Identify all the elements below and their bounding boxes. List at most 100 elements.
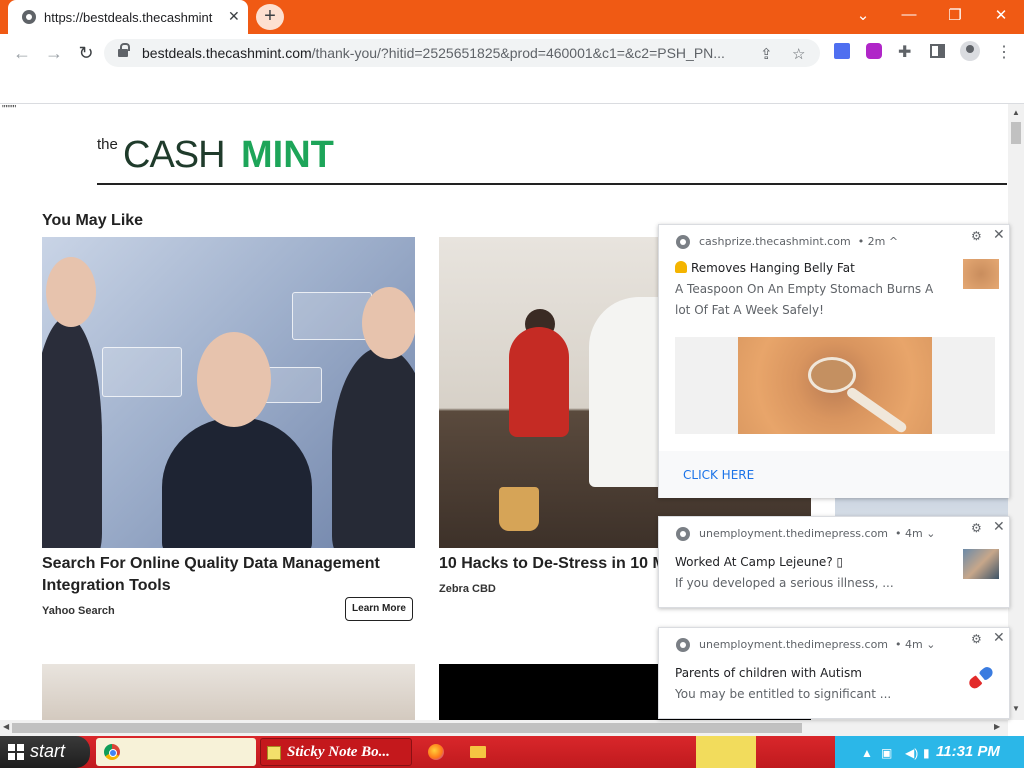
notification-thumbnail (963, 259, 999, 289)
chrome-icon (676, 235, 690, 249)
reload-icon[interactable]: ↻ (76, 43, 96, 63)
sticky-note-label: Sticky Note Bo... (287, 744, 390, 760)
learn-more-button[interactable]: Learn More (345, 597, 413, 621)
sticky-note-icon (267, 746, 281, 760)
notification-age: • 2m ^ (857, 235, 899, 248)
firefox-icon[interactable] (428, 744, 444, 760)
folder-icon[interactable] (470, 746, 486, 758)
hologram-panel (292, 292, 372, 340)
start-button[interactable]: start (0, 736, 90, 768)
person-right (332, 347, 415, 548)
card-title[interactable]: Search For Online Quality Data Managemen… (42, 553, 402, 597)
notification-body: A Teaspoon On An Empty Stomach Burns A l… (675, 282, 934, 317)
globe-icon (22, 10, 36, 24)
notes-extension-icon[interactable] (834, 43, 850, 59)
cinnamon-spoon-image (738, 337, 932, 435)
person-center (162, 417, 312, 548)
taskbar-wallpaper-strip (696, 736, 756, 768)
notification-header: unemployment.thedimepress.com • 4m ⌄ (699, 527, 935, 540)
person-left (42, 317, 102, 548)
notification-body: If you developed a serious illness, ... (675, 576, 894, 590)
spoon-handle (845, 385, 909, 435)
taskbar-chrome-button[interactable] (96, 738, 256, 766)
clock[interactable]: 11:31 PM (936, 743, 1000, 760)
notification-site: unemployment.thedimepress.com (699, 638, 889, 651)
notification-title: Parents of children with Autism (675, 666, 862, 680)
forward-icon[interactable]: → (44, 43, 64, 63)
close-icon[interactable]: ✕ (993, 519, 1005, 535)
gear-icon[interactable]: ⚙ (971, 229, 982, 243)
horizontal-scrollbar[interactable]: ◀ ▶ (0, 720, 1008, 736)
scroll-up-icon[interactable]: ▲ (1012, 108, 1020, 117)
tab-close-icon[interactable]: ✕ (228, 8, 240, 25)
chrome-icon (676, 527, 690, 541)
bell-icon (675, 261, 687, 273)
section-title: You May Like (42, 212, 144, 229)
browser-tab-strip: https://bestdeals.thecashmint ✕ + ⌄ — ❐ … (0, 0, 1024, 34)
taskbar: start Sticky Note Bo... ▲ ▣ ◀) ▮ 11:31 P… (0, 736, 1024, 768)
chrome-icon (104, 744, 120, 760)
card-title[interactable]: 10 Hacks to De-Stress in 10 M (439, 553, 659, 575)
notification-title: Removes Hanging Belly Fat (691, 261, 855, 275)
side-panel-icon[interactable] (930, 44, 945, 58)
tab-search-icon[interactable]: ⌄ (848, 6, 878, 26)
share-icon[interactable]: ⇪ (760, 45, 773, 63)
url-host: bestdeals.thecashmint.com (142, 45, 312, 61)
logo-the: the (97, 136, 118, 153)
restore-button[interactable]: ❐ (940, 6, 970, 26)
horizontal-scroll-thumb[interactable] (12, 723, 802, 733)
network-icon[interactable]: ▣ (881, 746, 892, 760)
card-image-lower-left[interactable] (42, 664, 415, 720)
new-tab-button[interactable]: + (256, 4, 284, 30)
menu-icon[interactable]: ⋮ (996, 42, 1012, 62)
hologram-panel (102, 347, 182, 397)
notification-age: • 4m ⌄ (895, 527, 936, 540)
person-left-head (46, 257, 96, 327)
back-icon[interactable]: ← (12, 43, 32, 63)
close-window-button[interactable]: ✕ (986, 6, 1016, 26)
person-center-head (197, 332, 271, 427)
close-icon[interactable]: ✕ (993, 630, 1005, 646)
scroll-left-icon[interactable]: ◀ (3, 722, 9, 731)
close-icon[interactable]: ✕ (993, 227, 1005, 243)
person-right-head (362, 287, 415, 359)
windows-flag-icon (8, 744, 24, 760)
gear-icon[interactable]: ⚙ (971, 521, 982, 535)
cup (499, 487, 539, 531)
child-figure (509, 327, 569, 437)
star-icon[interactable]: ☆ (792, 45, 805, 63)
show-hidden-icons-icon[interactable]: ▲ (861, 746, 873, 760)
minimize-button[interactable]: — (894, 6, 924, 26)
stray-text: """" (2, 104, 17, 115)
volume-icon[interactable]: ◀) (905, 746, 918, 760)
notification-title-row: Removes Hanging Belly Fat (675, 261, 855, 275)
logo-cash: CASH (123, 134, 226, 176)
notification-thumbnail (963, 549, 999, 579)
card-source: Zebra CBD (439, 583, 496, 595)
header-divider (97, 183, 1007, 185)
lock-icon[interactable] (118, 43, 130, 59)
click-here-button[interactable]: CLICK HERE (683, 468, 754, 482)
power-icon[interactable]: ▮ (923, 746, 930, 760)
gear-icon[interactable]: ⚙ (971, 632, 982, 646)
vertical-scroll-thumb[interactable] (1011, 122, 1021, 144)
profile-icon[interactable] (960, 41, 980, 61)
push-notification[interactable]: cashprize.thecashmint.com • 2m ^ ⚙ ✕ Rem… (658, 224, 1010, 498)
extensions-puzzle-icon[interactable]: ✚ (898, 42, 914, 61)
card-image-business[interactable] (42, 237, 415, 548)
push-notification[interactable]: unemployment.thedimepress.com • 4m ⌄ ⚙ ✕… (658, 516, 1010, 608)
scroll-right-icon[interactable]: ▶ (994, 722, 1000, 731)
taskbar-sticky-note-button[interactable]: Sticky Note Bo... (260, 738, 412, 766)
notification-image (675, 337, 995, 435)
notification-header: cashprize.thecashmint.com • 2m ^ (699, 235, 898, 248)
url-text[interactable]: bestdeals.thecashmint.com/thank-you/?hit… (142, 45, 754, 61)
scroll-down-icon[interactable]: ▼ (1012, 704, 1020, 713)
purple-extension-icon[interactable] (866, 43, 882, 59)
vertical-scrollbar[interactable]: ▲ ▼ (1008, 104, 1024, 720)
browser-tab[interactable]: https://bestdeals.thecashmint ✕ (8, 0, 248, 34)
address-bar[interactable]: bestdeals.thecashmint.com/thank-you/?hit… (104, 39, 820, 67)
push-notification[interactable]: unemployment.thedimepress.com • 4m ⌄ ⚙ ✕… (658, 627, 1010, 719)
notification-site: cashprize.thecashmint.com (699, 235, 851, 248)
notification-header: unemployment.thedimepress.com • 4m ⌄ (699, 638, 935, 651)
notification-title: Worked At Camp Lejeune? ▯ (675, 555, 844, 569)
